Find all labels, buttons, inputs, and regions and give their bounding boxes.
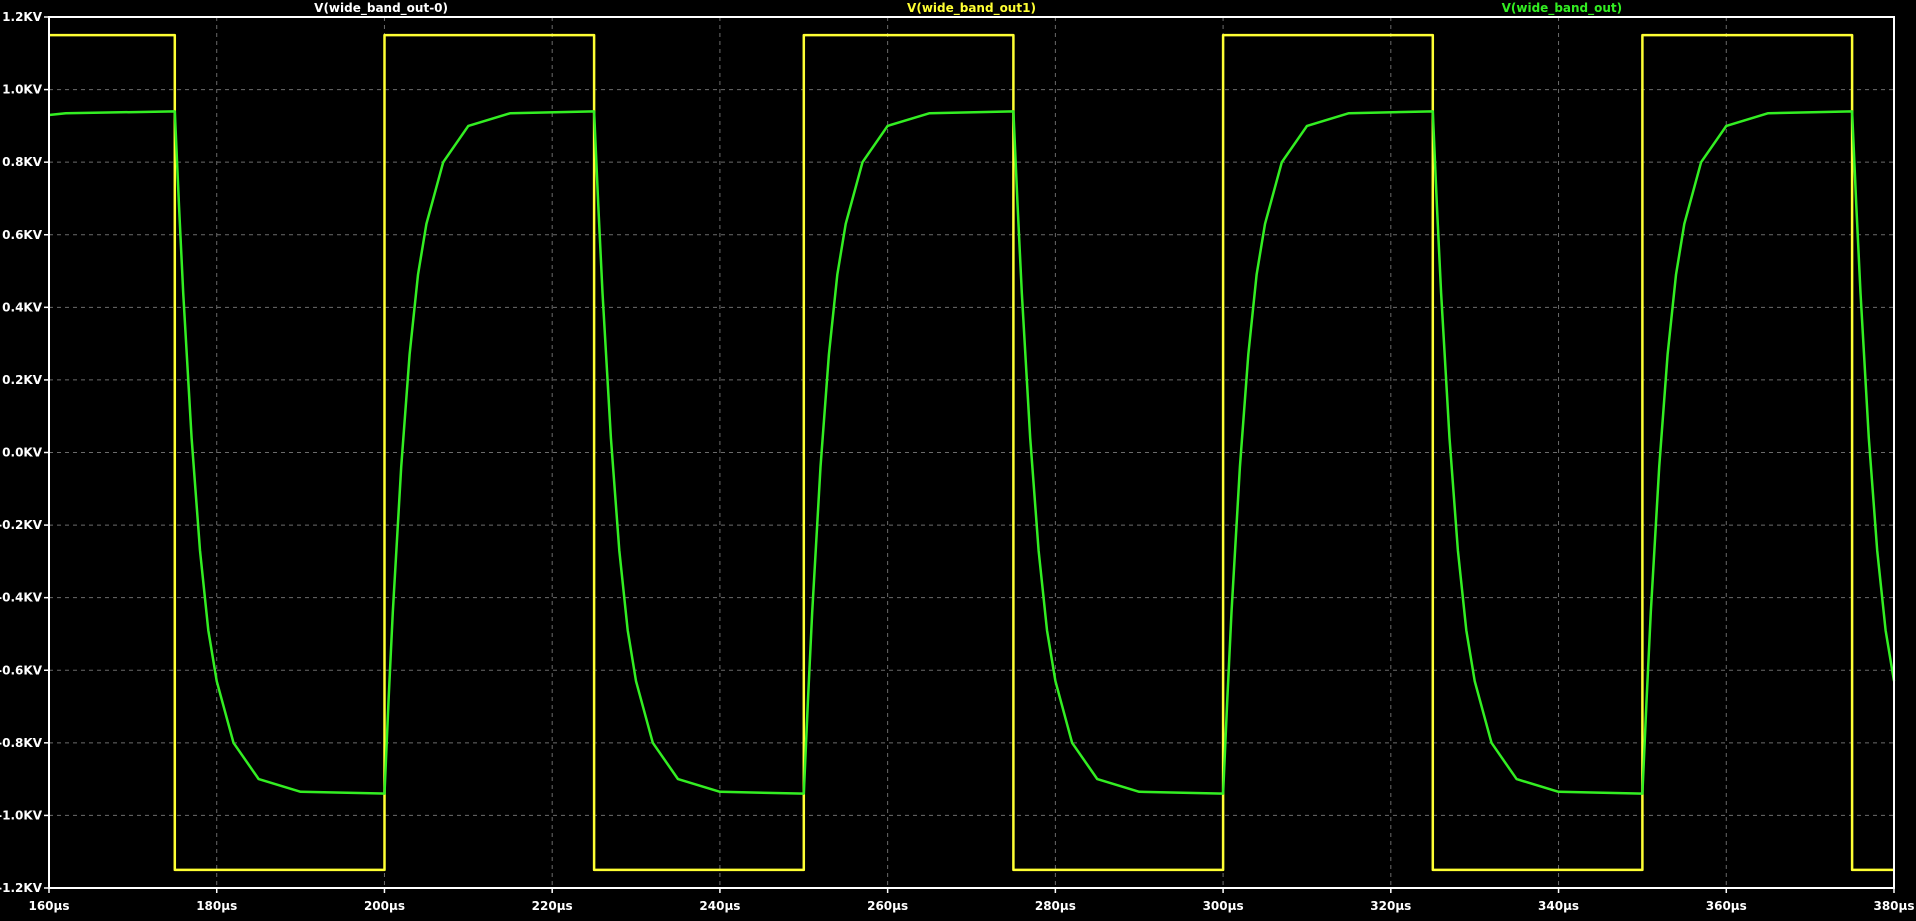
x-tick-label: 320µs xyxy=(1370,899,1411,913)
x-tick-label: 360µs xyxy=(1706,899,1747,913)
legend-entry[interactable]: V(wide_band_out-0) xyxy=(314,1,448,16)
y-tick-label: -0.6KV xyxy=(0,663,43,677)
x-tick-label: 340µs xyxy=(1538,899,1579,913)
x-tick-label: 220µs xyxy=(532,899,573,913)
y-tick-label: 0.8KV xyxy=(2,155,43,169)
y-tick-label: -0.4KV xyxy=(0,591,43,605)
y-tick-label: 0.0KV xyxy=(2,446,43,460)
y-tick-label: 1.2KV xyxy=(2,10,43,24)
y-tick-label: -1.0KV xyxy=(0,808,43,822)
x-tick-label: 160µs xyxy=(28,899,69,913)
waveform-plot: 160µs 180µs 200µs 220µs 240µs 260µs 280µs 300µs… xyxy=(0,0,1916,917)
x-tick-label: 240µs xyxy=(699,899,740,913)
x-tick-label: 300µs xyxy=(1203,899,1244,913)
x-tick-label: 260µs xyxy=(867,899,908,913)
x-tick-label: 280µs xyxy=(1035,899,1076,913)
y-tick-label: 0.6KV xyxy=(2,228,43,242)
x-tick-label: 180µs xyxy=(196,899,237,913)
x-tick-label: 380µs xyxy=(1873,899,1914,913)
plot-background xyxy=(0,0,1916,917)
y-tick-label: 0.4KV xyxy=(2,300,43,314)
y-tick-label: 0.2KV xyxy=(2,373,43,387)
legend-entry[interactable]: V(wide_band_out1) xyxy=(907,1,1036,16)
legend-entry[interactable]: V(wide_band_out) xyxy=(1502,1,1623,16)
y-tick-label: -1.2KV xyxy=(0,881,43,895)
waveform-svg: 160µs 180µs 200µs 220µs 240µs 260µs 280µs 300µs… xyxy=(0,0,1916,917)
y-tick-label: 1.0KV xyxy=(2,83,43,97)
y-tick-label: -0.8KV xyxy=(0,736,43,750)
y-tick-label: -0.2KV xyxy=(0,518,43,532)
x-tick-label: 200µs xyxy=(364,899,405,913)
